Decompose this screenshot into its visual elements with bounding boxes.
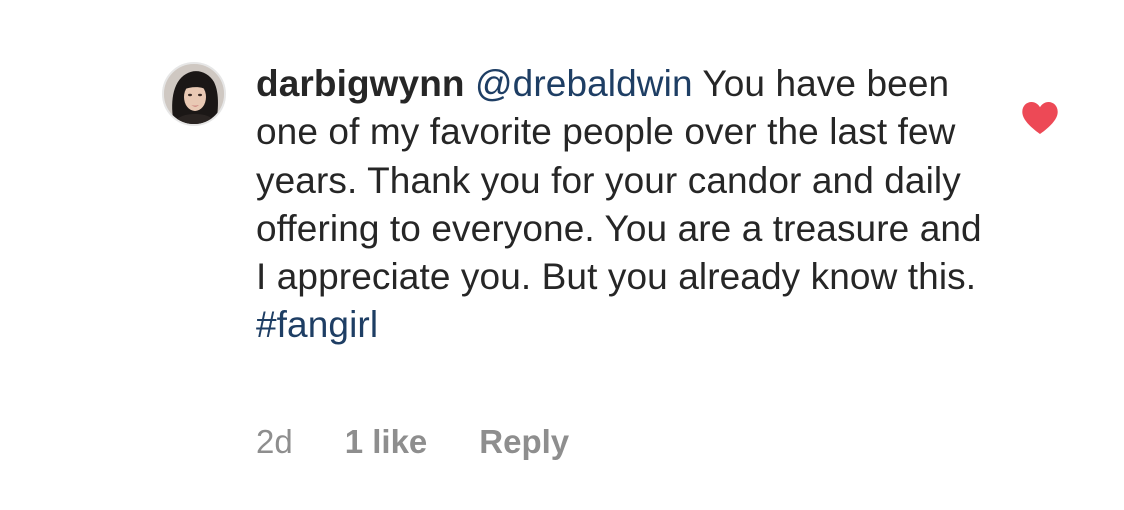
comment-mention[interactable]: @drebaldwin (475, 63, 693, 104)
comment-likes-count[interactable]: 1 like (345, 423, 428, 461)
avatar-image (164, 64, 224, 124)
comment-text: darbigwynn @drebaldwin You have been one… (256, 60, 986, 350)
comment-username[interactable]: darbigwynn (256, 63, 465, 104)
comment-age: 2d (256, 423, 293, 460)
avatar[interactable] (162, 62, 226, 126)
heart-filled-icon[interactable] (1021, 101, 1059, 135)
comment-meta: 2d 1 like Reply (256, 420, 569, 464)
reply-button[interactable]: Reply (479, 423, 569, 461)
comment-item: darbigwynn @drebaldwin You have been one… (0, 0, 1124, 510)
comment-hashtag[interactable]: #fangirl (256, 304, 378, 345)
